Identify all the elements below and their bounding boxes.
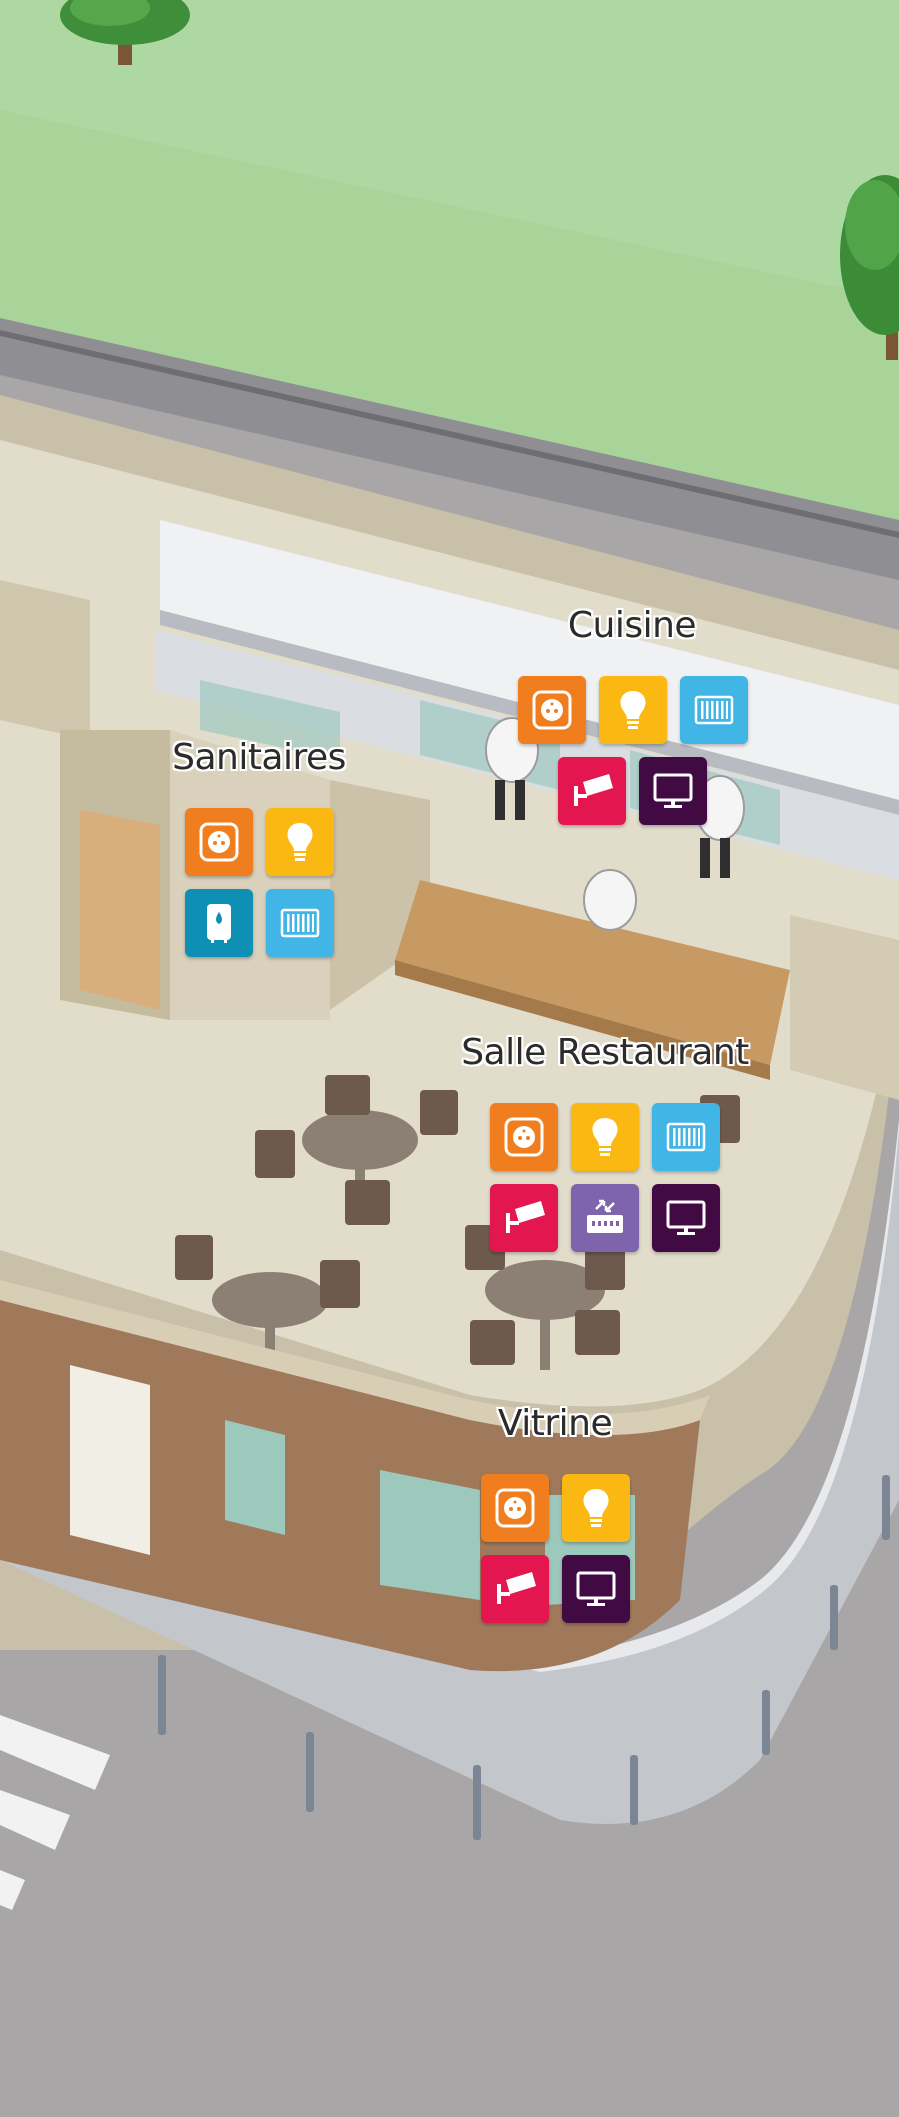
water-heater-tile[interactable] bbox=[185, 889, 253, 957]
network-tile[interactable] bbox=[571, 1184, 639, 1252]
icon-row bbox=[490, 1184, 720, 1252]
tv-tile[interactable] bbox=[652, 1184, 720, 1252]
lightbulb-icon bbox=[620, 691, 646, 729]
tv-icon bbox=[653, 773, 693, 808]
zone-label: Cuisine bbox=[567, 605, 697, 646]
camera-icon bbox=[574, 774, 613, 806]
outlet-tile[interactable] bbox=[490, 1103, 558, 1171]
icon-row bbox=[185, 889, 334, 957]
icon-row bbox=[185, 808, 334, 876]
outlet-tile[interactable] bbox=[481, 1474, 549, 1542]
zone-label: Vitrine bbox=[497, 1403, 613, 1444]
restroom-wall bbox=[0, 580, 90, 740]
outlet-tile[interactable] bbox=[518, 676, 586, 744]
outlet-icon bbox=[532, 690, 572, 730]
outlet-icon bbox=[495, 1488, 535, 1528]
building-illustration bbox=[0, 0, 899, 2117]
outlet-icon bbox=[504, 1117, 544, 1157]
icon-row bbox=[481, 1555, 630, 1623]
network-icon bbox=[587, 1199, 623, 1233]
lightbulb-tile[interactable] bbox=[571, 1103, 639, 1171]
camera-icon bbox=[497, 1572, 536, 1604]
camera-tile[interactable] bbox=[481, 1555, 549, 1623]
zone-label: Salle Restaurant bbox=[461, 1032, 749, 1073]
camera-tile[interactable] bbox=[558, 757, 626, 825]
outlet-tile[interactable] bbox=[185, 808, 253, 876]
outlet-icon bbox=[199, 822, 239, 862]
tv-tile[interactable] bbox=[562, 1555, 630, 1623]
radiator-tile[interactable] bbox=[266, 889, 334, 957]
radiator-icon bbox=[666, 1122, 706, 1152]
lightbulb-icon bbox=[592, 1118, 618, 1156]
icon-row bbox=[518, 676, 748, 744]
radiator-tile[interactable] bbox=[680, 676, 748, 744]
tv-icon bbox=[576, 1571, 616, 1606]
radiator-tile[interactable] bbox=[652, 1103, 720, 1171]
icon-row bbox=[558, 757, 707, 825]
lightbulb-tile[interactable] bbox=[562, 1474, 630, 1542]
radiator-icon bbox=[694, 695, 734, 725]
restroom-door bbox=[80, 810, 160, 1010]
lightbulb-icon bbox=[287, 823, 313, 861]
lightbulb-tile[interactable] bbox=[599, 676, 667, 744]
camera-icon bbox=[506, 1201, 545, 1233]
window bbox=[225, 1420, 285, 1535]
tv-icon bbox=[666, 1200, 706, 1235]
icon-row bbox=[481, 1474, 630, 1542]
tv-tile[interactable] bbox=[639, 757, 707, 825]
entrance bbox=[70, 1365, 150, 1555]
camera-tile[interactable] bbox=[490, 1184, 558, 1252]
lightbulb-icon bbox=[583, 1489, 609, 1527]
water-heater-icon bbox=[207, 904, 231, 943]
lightbulb-tile[interactable] bbox=[266, 808, 334, 876]
icon-row bbox=[490, 1103, 720, 1171]
radiator-icon bbox=[280, 908, 320, 938]
zone-label: Sanitaires bbox=[172, 737, 346, 778]
